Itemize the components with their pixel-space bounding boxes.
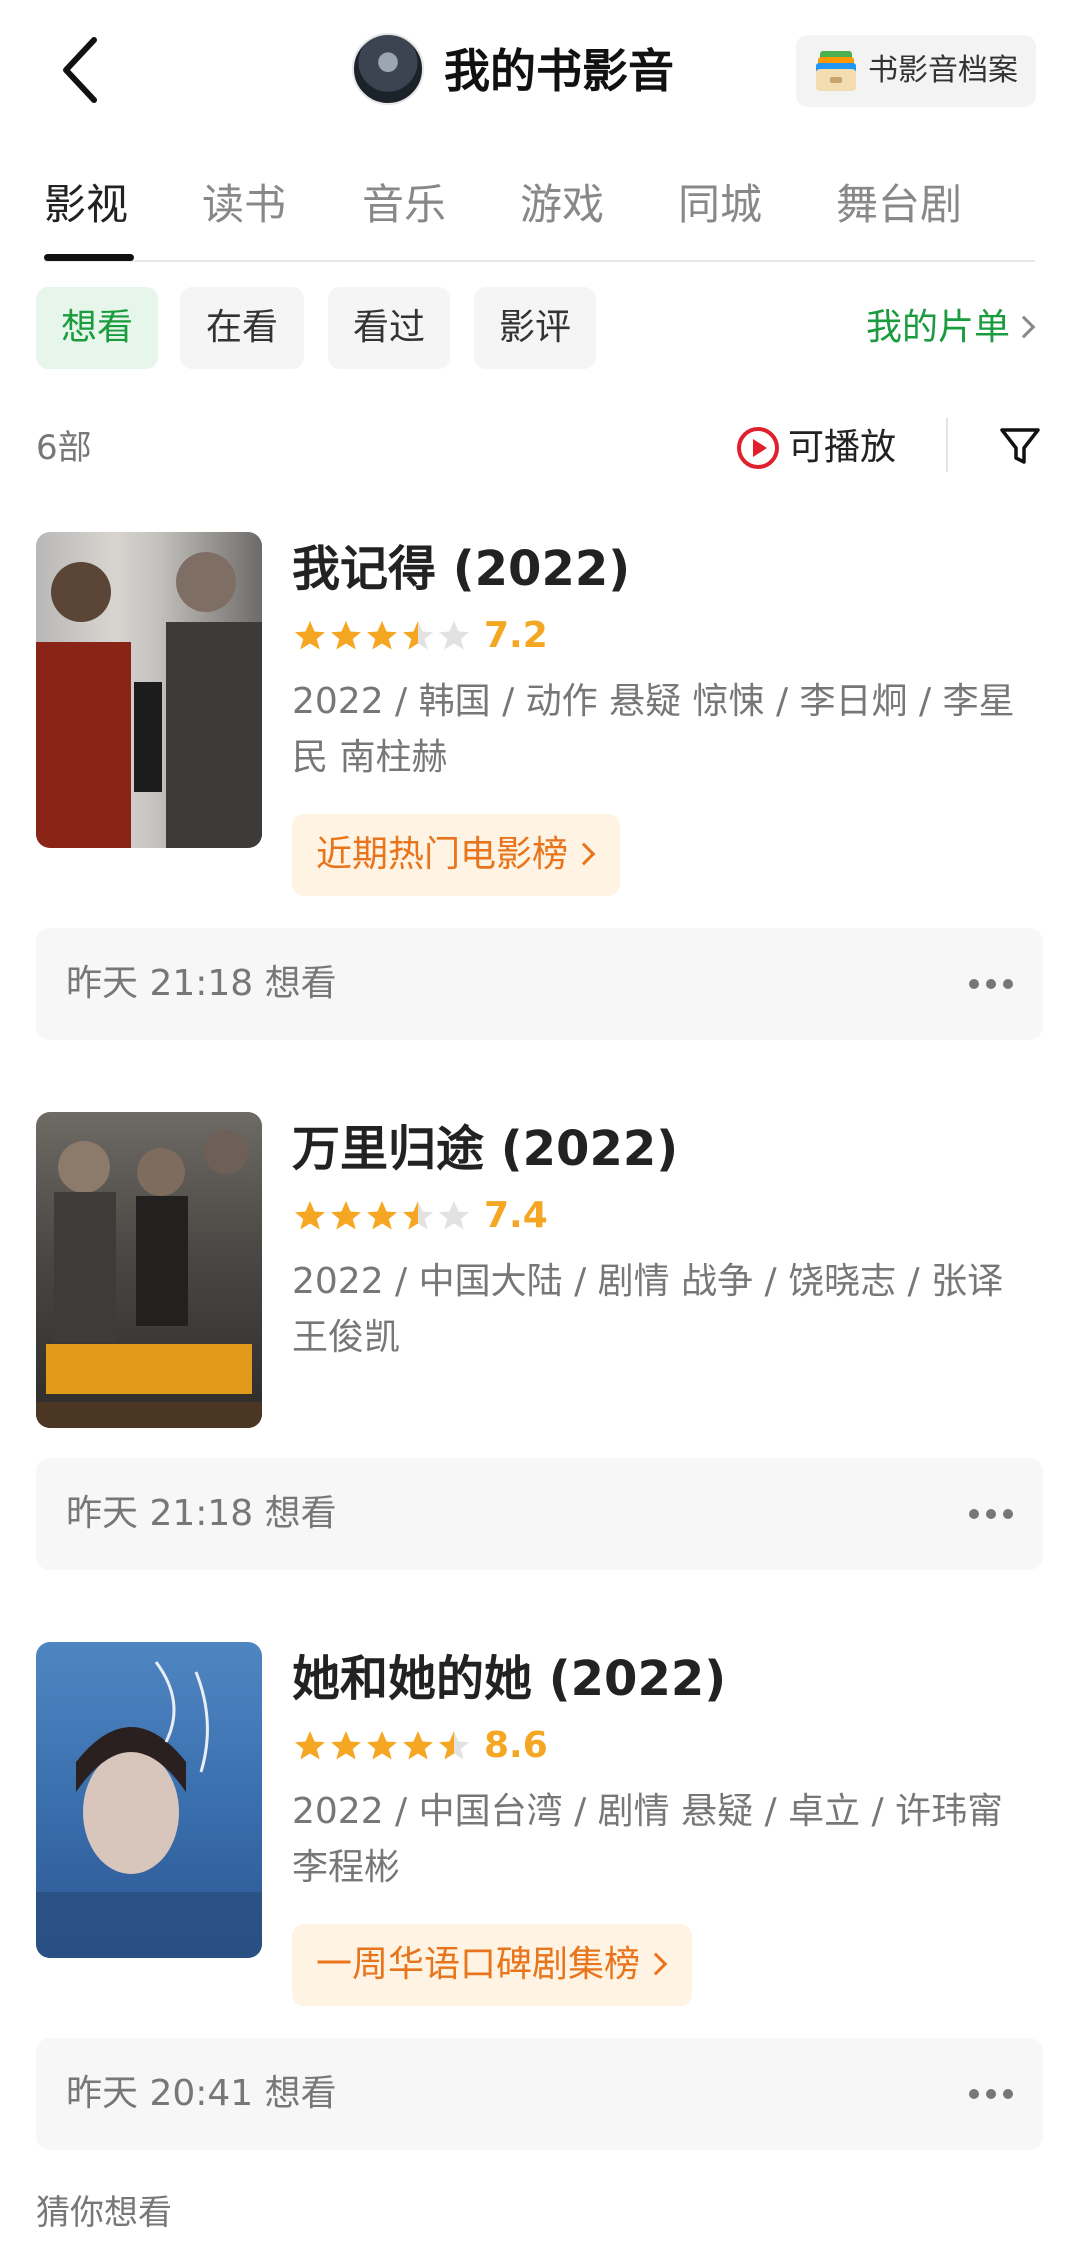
page-title: 我的书影音	[444, 44, 674, 98]
star-full-icon	[367, 1201, 397, 1230]
movie-meta: 2022 / 中国大陆 / 剧情 战争 / 饶晓志 / 张译 王俊凯	[292, 1261, 1004, 1358]
movie-title[interactable]: 我记得 (2022)	[292, 536, 630, 602]
tab-local[interactable]: 同城	[678, 170, 762, 240]
chip-reviews[interactable]: 影评	[474, 287, 596, 369]
poster-art	[36, 1661, 262, 1958]
rank-tag[interactable]: 一周华语口碑剧集榜	[292, 1924, 693, 2006]
recommend-section-title: 猜你想看	[36, 2193, 172, 2233]
divider	[946, 418, 948, 472]
star-full-icon	[331, 1731, 361, 1760]
star-full-icon	[295, 1201, 325, 1230]
tab-books[interactable]: 读书	[202, 170, 286, 240]
rating-value: 7.2	[484, 615, 548, 656]
more-dots-icon[interactable]	[969, 2089, 1013, 2099]
status-text: 昨天 20:41 想看	[66, 2073, 337, 2114]
star-full-icon	[331, 1201, 361, 1230]
tabs-divider	[44, 260, 1035, 262]
movie-title[interactable]: 她和她的她 (2022)	[292, 1646, 726, 1712]
category-tabs: 影视 读书 音乐 游戏 同城 舞台剧	[0, 170, 1079, 262]
tab-drama[interactable]: 舞台剧	[836, 170, 962, 240]
archive-box-icon	[816, 51, 856, 91]
chevron-right-icon	[1012, 315, 1036, 339]
movie-title[interactable]: 万里归途 (2022)	[292, 1116, 678, 1182]
rating-value: 8.6	[484, 1725, 548, 1766]
star-half-icon	[403, 621, 433, 650]
star-full-icon	[367, 621, 397, 650]
archive-button[interactable]: 书影音档案	[796, 35, 1036, 107]
star-full-icon	[403, 1731, 433, 1760]
more-dots-icon[interactable]	[969, 1509, 1013, 1519]
my-list-link[interactable]: 我的片单	[866, 287, 1036, 369]
status-text: 昨天 21:18 想看	[66, 1493, 337, 1534]
rank-tag-label: 近期热门电影榜	[316, 834, 569, 875]
status-text: 昨天 21:18 想看	[66, 963, 337, 1004]
avatar[interactable]	[352, 33, 424, 105]
star-full-icon	[295, 1731, 325, 1760]
star-half-icon	[403, 1201, 433, 1230]
rank-tag-label: 一周华语口碑剧集榜	[316, 1944, 641, 1985]
movie-poster[interactable]	[36, 1112, 262, 1428]
playable-label: 可播放	[788, 427, 897, 468]
poster-art	[36, 1130, 262, 1428]
star-full-icon	[367, 1731, 397, 1760]
header-bar: 我的书影音 书影音档案	[0, 0, 1079, 140]
star-full-icon	[331, 621, 361, 650]
back-arrow-icon[interactable]	[50, 30, 110, 110]
archive-label: 书影音档案	[868, 53, 1018, 88]
star-empty-icon	[439, 621, 469, 650]
more-dots-icon[interactable]	[969, 979, 1013, 989]
item-count: 6部	[36, 428, 92, 468]
my-list-label: 我的片单	[866, 307, 1011, 348]
active-tab-indicator	[44, 254, 134, 261]
star-full-icon	[295, 621, 325, 650]
movie-poster[interactable]	[36, 532, 262, 848]
filter-icon[interactable]	[996, 422, 1044, 470]
rank-tag[interactable]: 近期热门电影榜	[292, 814, 621, 896]
chip-watched[interactable]: 看过	[328, 287, 450, 369]
chip-want-to-watch[interactable]: 想看	[36, 287, 158, 369]
status-bar: 昨天 21:18 想看	[36, 1458, 1043, 1570]
movie-meta: 2022 / 中国台湾 / 剧情 悬疑 / 卓立 / 许玮甯 李程彬	[292, 1791, 1004, 1888]
tab-music[interactable]: 音乐	[362, 170, 446, 240]
play-circle-icon	[737, 427, 779, 469]
chip-watching[interactable]: 在看	[180, 287, 304, 369]
movie-poster[interactable]	[36, 1642, 262, 1958]
star-half-icon	[439, 1731, 469, 1760]
tab-games[interactable]: 游戏	[520, 170, 604, 240]
rating-value: 7.4	[484, 1195, 548, 1236]
movie-meta: 2022 / 韩国 / 动作 悬疑 惊悚 / 李日炯 / 李星民 南柱赫	[292, 681, 1015, 778]
status-bar: 昨天 20:41 想看	[36, 2038, 1043, 2150]
chevron-right-icon	[572, 842, 596, 866]
poster-art	[36, 552, 262, 848]
chevron-right-icon	[644, 1952, 668, 1976]
tab-movies[interactable]: 影视	[44, 170, 128, 240]
star-empty-icon	[439, 1201, 469, 1230]
status-bar: 昨天 21:18 想看	[36, 928, 1043, 1040]
